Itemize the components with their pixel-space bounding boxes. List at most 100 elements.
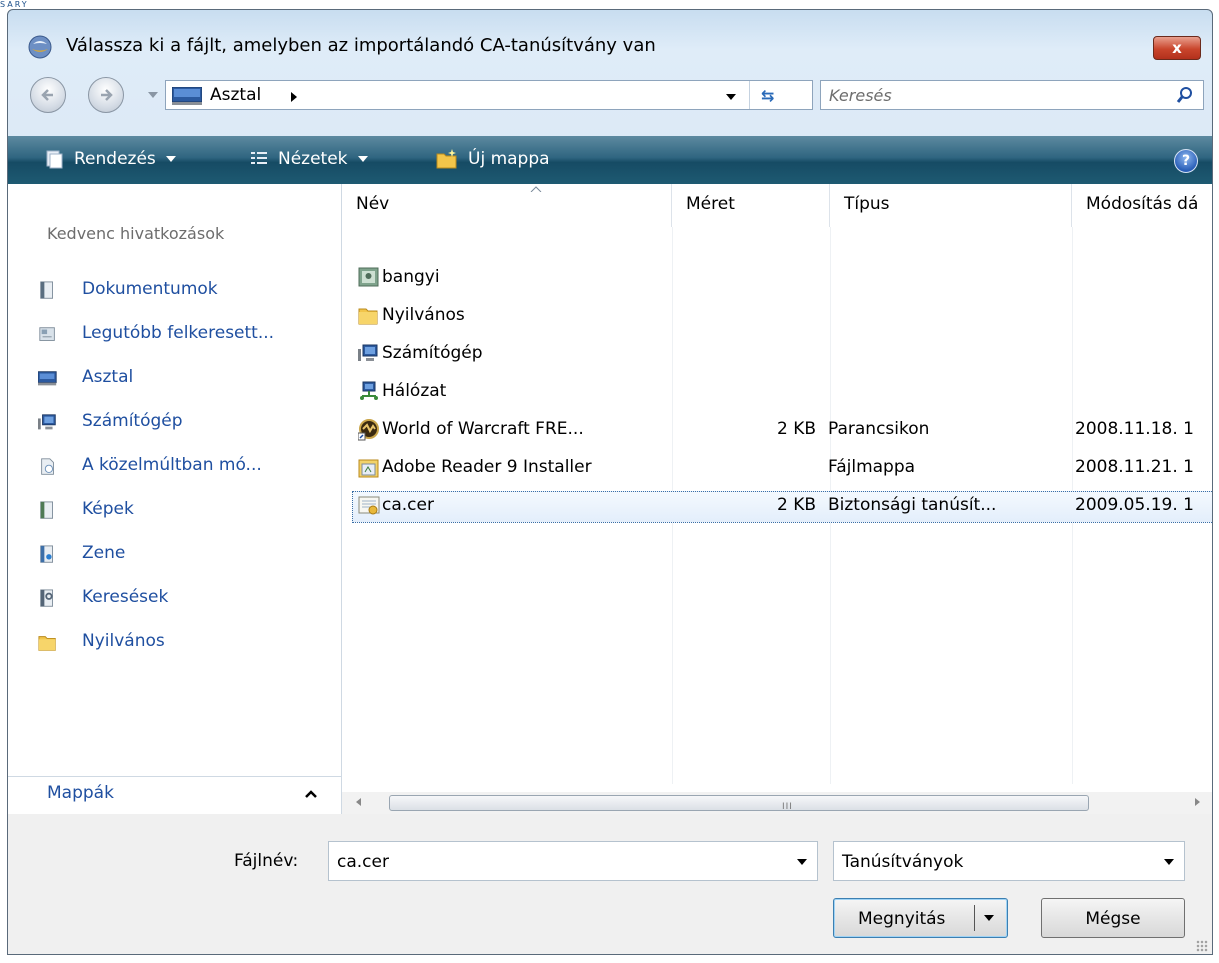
back-button[interactable] xyxy=(30,77,66,113)
sort-ascending-icon xyxy=(530,186,542,192)
nav-item-label: Asztal xyxy=(82,367,134,387)
nav-item-label: Számítógép xyxy=(82,411,183,431)
file-modified: 2008.11.18. 1 xyxy=(1075,419,1194,439)
file-row[interactable]: World of Warcraft FRE... 2 KB Parancsikon 2… xyxy=(342,413,1212,451)
recent-places-icon xyxy=(39,327,55,341)
search-icon[interactable] xyxy=(1175,85,1195,105)
computer-icon xyxy=(38,414,56,430)
dialog-footer: Fájlnév: ca.cer Tanúsítványok Megnyitás … xyxy=(8,814,1212,954)
scroll-right-icon[interactable] xyxy=(1195,798,1200,806)
new-folder-icon xyxy=(436,149,457,169)
views-menu[interactable]: Nézetek xyxy=(250,149,368,169)
file-name: bangyi xyxy=(382,267,440,287)
chevron-up-icon[interactable] xyxy=(304,789,318,799)
refresh-icon[interactable]: ⇆ xyxy=(761,86,774,105)
filetype-value: Tanúsítványok xyxy=(842,852,964,872)
search-placeholder: Keresés xyxy=(829,86,892,105)
logo-fragment: SARY xyxy=(0,0,29,9)
file-modified: 2008.11.21. 1 xyxy=(1075,457,1194,477)
back-arrow-icon xyxy=(41,89,53,101)
nav-item-label: Legutóbb felkeresett... xyxy=(82,323,275,343)
favorite-links-heading: Kedvenc hivatkozások xyxy=(47,224,225,243)
file-row[interactable]: Számítógép xyxy=(342,337,1212,375)
computer-icon xyxy=(358,344,378,361)
address-row: Asztal ⇆ Keresés xyxy=(8,70,1212,120)
nav-item-label: Dokumentumok xyxy=(82,279,218,299)
recently-changed-icon xyxy=(41,458,54,475)
folders-toggle[interactable]: Mappák xyxy=(8,776,341,815)
column-header-modified[interactable]: Módosítás dá xyxy=(1072,184,1212,227)
cancel-button[interactable]: Mégse xyxy=(1041,898,1185,938)
file-name: Számítógép xyxy=(382,343,483,363)
forward-button[interactable] xyxy=(88,77,124,113)
horizontal-scrollbar[interactable]: III xyxy=(342,792,1212,814)
resize-grip[interactable] xyxy=(1196,940,1208,952)
file-row[interactable]: Nyilvános xyxy=(342,299,1212,337)
close-button[interactable]: x xyxy=(1153,36,1201,60)
organize-icon xyxy=(46,150,63,169)
filetype-select[interactable]: Tanúsítványok xyxy=(833,841,1185,881)
nav-item-label: Nyilvános xyxy=(82,631,165,651)
file-type: Fájlmappa xyxy=(828,457,916,477)
filename-field[interactable]: ca.cer xyxy=(328,841,818,881)
certificate-icon xyxy=(358,496,380,515)
desktop-icon xyxy=(37,371,57,386)
filename-value: ca.cer xyxy=(337,852,389,872)
file-row[interactable]: ca.cer 2 KB Biztonsági tanúsít... 2009.05.1… xyxy=(342,489,1212,527)
new-folder-button[interactable]: Új mappa xyxy=(436,149,550,169)
address-separator xyxy=(749,81,750,109)
recent-pages-dropdown[interactable] xyxy=(148,92,158,98)
wow-shortcut-icon xyxy=(357,419,379,441)
file-name: ca.cer xyxy=(382,495,434,515)
window-title: Válassza ki a fájlt, amelyben az importá… xyxy=(66,35,656,56)
views-icon xyxy=(251,152,267,164)
nav-item-label: Zene xyxy=(82,543,126,563)
filetype-dropdown-icon[interactable] xyxy=(1164,859,1174,865)
breadcrumb-desktop[interactable]: Asztal xyxy=(210,85,261,105)
file-name: Nyilvános xyxy=(382,305,465,325)
open-label: Megnyitás xyxy=(858,909,946,929)
file-list-pane: Név Méret Típus Módosítás dá bangyi Nyilv… xyxy=(342,184,1212,814)
column-header-type[interactable]: Típus xyxy=(830,184,1072,227)
scrollbar-thumb[interactable]: III xyxy=(389,795,1089,812)
organize-menu[interactable]: Rendezés xyxy=(44,149,176,169)
file-row[interactable]: Adobe Reader 9 Installer Fájlmappa 2008.11… xyxy=(342,451,1212,489)
searches-icon xyxy=(40,589,53,607)
filename-dropdown-icon[interactable] xyxy=(797,859,807,865)
user-folder-icon xyxy=(358,267,379,287)
file-name: World of Warcraft FRE... xyxy=(382,419,584,439)
command-toolbar: Rendezés Nézetek Új mappa ? xyxy=(8,136,1212,184)
column-header-name[interactable]: Név xyxy=(342,184,672,227)
search-input[interactable]: Keresés xyxy=(820,80,1204,110)
installer-folder-icon xyxy=(358,459,379,478)
file-type: Biztonsági tanúsít... xyxy=(828,495,997,515)
music-icon xyxy=(40,545,53,563)
file-modified: 2009.05.19. 1 xyxy=(1075,495,1194,515)
help-button[interactable]: ? xyxy=(1174,149,1198,173)
pictures-icon xyxy=(40,501,53,519)
scroll-left-icon[interactable] xyxy=(356,798,361,806)
column-header-size[interactable]: Méret xyxy=(672,184,830,227)
file-size: 2 KB xyxy=(776,419,816,439)
file-open-dialog: Válassza ki a fájlt, amelyben az importá… xyxy=(7,9,1213,955)
documents-icon xyxy=(40,281,53,299)
address-dropdown-icon[interactable] xyxy=(726,94,736,100)
content-area: Kedvenc hivatkozások Dokumentumok Legutób… xyxy=(8,184,1212,814)
file-type: Parancsikon xyxy=(828,419,930,439)
file-row[interactable]: bangyi xyxy=(342,261,1212,299)
address-bar[interactable]: Asztal ⇆ xyxy=(165,80,813,110)
open-dropdown-icon[interactable] xyxy=(984,915,994,921)
file-row[interactable]: Hálózat xyxy=(342,375,1212,413)
nav-item-label: Képek xyxy=(82,499,134,519)
open-button[interactable]: Megnyitás xyxy=(833,898,1008,938)
column-modified-label: Módosítás dá xyxy=(1086,194,1199,214)
breadcrumb-arrow-icon[interactable] xyxy=(291,92,297,102)
desktop-icon xyxy=(172,87,202,105)
column-type-label: Típus xyxy=(844,194,890,214)
title-bar: Válassza ki a fájlt, amelyben az importá… xyxy=(8,10,1212,70)
folders-label: Mappák xyxy=(47,783,114,803)
organize-label: Rendezés xyxy=(74,149,156,169)
new-folder-label: Új mappa xyxy=(468,149,550,169)
file-name: Adobe Reader 9 Installer xyxy=(382,457,592,477)
file-name: Hálózat xyxy=(382,381,447,401)
